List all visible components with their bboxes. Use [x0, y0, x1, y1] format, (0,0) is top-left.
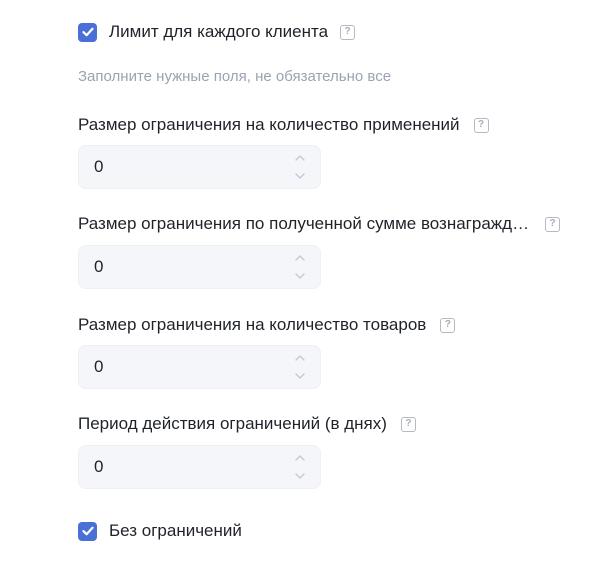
- period-days-input-box: [78, 445, 321, 489]
- hint-text: Заполните нужные поля, не обязательно вс…: [78, 68, 392, 85]
- field-label-text: Период действия ограничений (в днях): [78, 414, 387, 433]
- product-count-input[interactable]: [79, 346, 279, 388]
- field-label-usage-count: Размер ограничения на количество примене…: [78, 115, 489, 135]
- usage-count-input[interactable]: [79, 146, 279, 188]
- limit-per-client-label: Лимит для каждого клиента: [109, 22, 329, 41]
- chevron-up-icon[interactable]: [294, 153, 306, 163]
- field-label-text: Размер ограничения по полученной сумме в…: [78, 214, 530, 233]
- field-label-text: Размер ограничения на количество товаров: [78, 315, 427, 334]
- chevron-up-icon[interactable]: [294, 353, 306, 363]
- chevron-down-icon[interactable]: [294, 371, 306, 381]
- limit-per-client-checkbox[interactable]: [78, 22, 97, 42]
- limit-per-client-row: Лимит для каждого клиента ?: [78, 22, 356, 42]
- question-mark-icon[interactable]: ?: [545, 216, 561, 232]
- chevron-up-icon[interactable]: [294, 453, 306, 463]
- question-mark-icon[interactable]: ?: [440, 317, 456, 333]
- chevron-down-icon[interactable]: [294, 471, 306, 481]
- checkmark-icon: [81, 526, 94, 536]
- no-limits-label: Без ограничений: [109, 521, 242, 540]
- question-mark-icon[interactable]: ?: [340, 24, 356, 40]
- field-label-reward-sum: Размер ограничения по полученной сумме в…: [78, 214, 561, 234]
- question-mark-icon[interactable]: ?: [473, 117, 489, 133]
- question-mark-icon[interactable]: ?: [400, 416, 416, 432]
- reward-sum-input-box: [78, 245, 321, 289]
- no-limits-checkbox[interactable]: [78, 521, 97, 541]
- field-label-product-count: Размер ограничения на количество товаров…: [78, 315, 456, 335]
- chevron-down-icon[interactable]: [294, 171, 306, 181]
- period-days-input[interactable]: [79, 446, 279, 488]
- reward-sum-input[interactable]: [79, 246, 279, 288]
- chevron-down-icon[interactable]: [294, 271, 306, 281]
- field-label-text: Размер ограничения на количество примене…: [78, 115, 460, 134]
- no-limits-row: Без ограничений: [78, 521, 242, 541]
- chevron-up-icon[interactable]: [294, 253, 306, 263]
- usage-count-input-box: [78, 145, 321, 189]
- field-label-period-days: Период действия ограничений (в днях) ?: [78, 414, 416, 434]
- checkmark-icon: [81, 27, 94, 37]
- product-count-input-box: [78, 345, 321, 389]
